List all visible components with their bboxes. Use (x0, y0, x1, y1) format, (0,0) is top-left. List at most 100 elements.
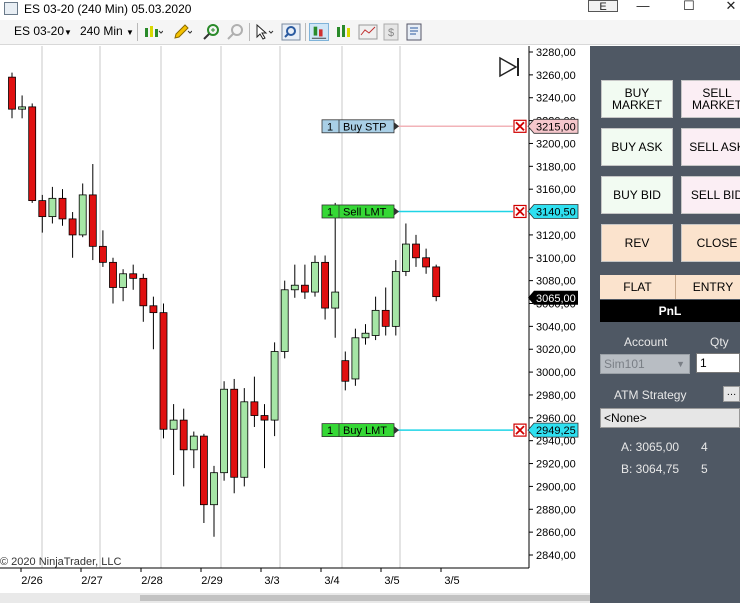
time-tick-label: 3/5 (384, 575, 399, 587)
order-price-tag: 3140,50 (527, 204, 579, 219)
candle (391, 260, 400, 336)
candle-up (119, 273, 127, 288)
instrument-selector[interactable]: ES 03-20 (14, 24, 64, 38)
atm-strategy-select[interactable]: <None> (600, 408, 740, 428)
cancel-order-icon[interactable] (513, 204, 527, 219)
candle-up (270, 351, 279, 421)
order-label[interactable]: 1 Buy STP (321, 119, 399, 134)
interval-chevron-down-icon[interactable]: ▼ (126, 28, 134, 37)
order-type-label: Buy LMT (343, 425, 387, 437)
order-type-label: Buy STP (343, 121, 386, 133)
candle-down (109, 261, 117, 288)
candle (220, 381, 229, 481)
candle-up (290, 284, 299, 291)
price-tick-label: 2860,00 (536, 527, 576, 539)
account-label: Account (624, 335, 668, 349)
sell-ask-button[interactable]: SELL ASK (681, 128, 740, 166)
close-button[interactable]: ✕ (716, 0, 740, 14)
price-tick-label: 2840,00 (536, 550, 576, 562)
account-chevron-down-icon: ▼ (676, 359, 685, 369)
account-select[interactable]: Sim101 ▼ (600, 354, 690, 374)
cancel-order-icon[interactable] (513, 423, 527, 437)
e-button[interactable]: E (588, 0, 618, 13)
chart-toolbar: ES 03-20 ▼ 240 Min ▼ $ (0, 20, 740, 45)
properties-icon[interactable] (404, 23, 424, 41)
buy-market-button[interactable]: BUY MARKET (601, 80, 673, 118)
price-tick-label: 3160,00 (536, 184, 576, 196)
price-tick-label: 2920,00 (536, 459, 576, 471)
chart-trader-icon[interactable] (309, 23, 329, 41)
cursor-icon[interactable] (254, 23, 274, 41)
bar-type-icon[interactable] (143, 23, 163, 41)
price-tick-label: 3080,00 (536, 276, 576, 288)
flat-tab[interactable]: FLAT (600, 275, 676, 299)
atm-more-button[interactable]: … (723, 386, 740, 402)
candle-up (311, 261, 319, 293)
search-icon[interactable] (281, 23, 301, 41)
candle-down (381, 309, 390, 327)
title-bar: ES 03-20 (240 Min) 05.03.2020 E — ☐ ✕ (0, 0, 740, 18)
chart-plot-area[interactable] (0, 46, 529, 568)
order-price-tag: 3215,00 (527, 118, 579, 134)
buy-bid-button[interactable]: BUY BID (601, 176, 673, 214)
price-tick-label: 2980,00 (536, 390, 576, 402)
candle-up (361, 332, 370, 339)
qty-value: 1 (700, 356, 707, 370)
candle-up (220, 388, 229, 474)
candle-up (189, 435, 198, 451)
strategies-icon[interactable] (335, 23, 355, 41)
order-label[interactable]: 1 Sell LMT (321, 204, 399, 219)
candle-down (250, 401, 259, 416)
indicators-icon[interactable] (358, 23, 378, 41)
candle-up (240, 401, 249, 478)
price-tick-label: 3000,00 (536, 367, 576, 379)
entry-tab[interactable]: ENTRY (676, 275, 740, 299)
sell-bid-button[interactable]: SELL BID (681, 176, 740, 214)
candle-down (422, 257, 431, 268)
order-price-text: 2949,25 (536, 425, 576, 437)
time-tick-label: 3/3 (264, 575, 279, 587)
candle-up (391, 271, 400, 327)
toolbar-divider (249, 23, 250, 41)
maximize-button[interactable]: ☐ (674, 0, 704, 14)
reverse-button[interactable]: REV (601, 224, 673, 262)
close-position-button[interactable]: CLOSE (681, 224, 740, 262)
instrument-chevron-down-icon[interactable]: ▼ (64, 28, 72, 37)
candle (280, 280, 289, 359)
candle-up (351, 337, 360, 380)
zoom-out-icon[interactable] (226, 23, 246, 41)
sell-market-button[interactable]: SELL MARKET (681, 80, 740, 118)
pencil-icon[interactable] (172, 23, 192, 41)
zoom-in-icon[interactable] (202, 23, 222, 41)
candle-up (78, 194, 87, 236)
cancel-order-icon[interactable] (513, 119, 527, 133)
candle-up (371, 309, 380, 336)
qty-input[interactable]: 1 (696, 353, 740, 373)
candle (159, 303, 168, 439)
atm-strategy-value: <None> (604, 411, 647, 425)
time-tick-label: 2/27 (81, 575, 102, 587)
chart-trader-panel: BUY MARKET SELL MARKET BUY ASK SELL ASK … (590, 46, 740, 603)
candle-down (199, 435, 208, 506)
candle (240, 388, 249, 487)
candle-down (8, 76, 16, 110)
candle (432, 264, 441, 302)
candle-down (58, 197, 67, 220)
scrollbar-thumb[interactable] (140, 595, 590, 601)
svg-text:$: $ (388, 27, 394, 39)
candle-down (260, 415, 269, 421)
candle-down (38, 200, 47, 218)
qty-label: Qty (710, 335, 729, 349)
time-tick-label: 3/5 (444, 575, 459, 587)
dollar-icon[interactable]: $ (381, 23, 401, 41)
interval-selector[interactable]: 240 Min (80, 24, 123, 38)
price-chart[interactable]: 3280,003260,003240,003220,003200,003180,… (0, 46, 590, 603)
time-axis[interactable]: 2/26 2/27 2/28 2/29 3/3 3/4 3/5 3/5 (20, 568, 460, 587)
atm-strategy-label: ATM Strategy (614, 388, 687, 402)
candle-down (129, 273, 138, 279)
position-tab-bar: FLAT ENTRY (600, 275, 740, 299)
minimize-button[interactable]: — (628, 0, 658, 14)
order-label[interactable]: 1 Buy LMT (321, 423, 399, 438)
time-tick-label: 2/26 (21, 575, 42, 587)
buy-ask-button[interactable]: BUY ASK (601, 128, 673, 166)
